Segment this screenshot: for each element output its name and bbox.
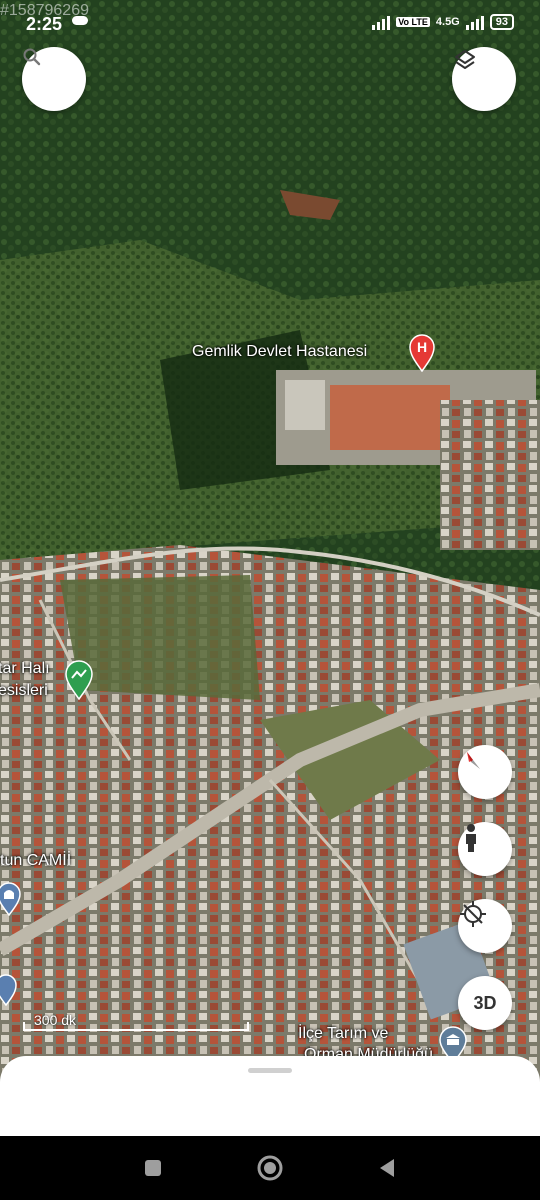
layers-icon <box>455 50 475 69</box>
search-button[interactable] <box>22 47 86 111</box>
street-view-button[interactable] <box>458 822 512 876</box>
compass-button[interactable] <box>458 745 512 799</box>
map-label-hospital[interactable]: Gemlik Devlet Hastanesi <box>192 343 367 361</box>
signal-icon <box>372 14 391 30</box>
map-label-mosque[interactable]: tun CAMİİ <box>0 852 71 870</box>
pegman-icon <box>466 824 476 852</box>
search-icon <box>23 48 41 66</box>
map-label-carpet[interactable]: tar Halı <box>0 660 50 678</box>
cloud-icon <box>72 16 88 25</box>
bottom-sheet[interactable] <box>0 1056 540 1140</box>
compass-icon <box>467 752 480 769</box>
back-triangle-icon <box>380 1159 394 1177</box>
location-off-icon <box>460 901 486 927</box>
mosque-pin-icon[interactable] <box>0 882 22 916</box>
my-location-button[interactable] <box>458 899 512 953</box>
svg-text:H: H <box>417 339 427 355</box>
home-button[interactable] <box>256 1154 284 1182</box>
square-icon <box>145 1160 161 1176</box>
map-label-carpet-2[interactable]: esisleri <box>0 682 48 700</box>
system-nav-bar <box>0 1136 540 1200</box>
layers-button[interactable] <box>452 47 516 111</box>
place-pin-icon[interactable] <box>0 974 18 1006</box>
back-button[interactable] <box>373 1154 401 1182</box>
satellite-imagery <box>0 0 540 1140</box>
status-bar: #158796269 2:25 Vo LTE 4.5G 93 <box>0 0 540 44</box>
recents-button[interactable] <box>139 1154 167 1182</box>
battery-icon: 93 <box>489 14 514 30</box>
sheet-drag-handle[interactable] <box>248 1068 292 1073</box>
volte-badge: Vo LTE <box>396 17 430 27</box>
map-label-directorate[interactable]: İlçe Tarım ve <box>298 1025 388 1043</box>
park-pin-icon[interactable] <box>64 660 94 700</box>
scale-bar: 300 dk <box>22 1012 250 1031</box>
home-circle-icon <box>257 1155 283 1181</box>
signal-icon-2 <box>465 14 484 30</box>
hospital-pin-icon[interactable]: H <box>408 334 436 372</box>
satellite-map[interactable]: #158796269 2:25 Vo LTE 4.5G 93 Gemlik De… <box>0 0 540 1140</box>
network-type: 4.5G <box>435 16 460 28</box>
scale-line <box>23 1022 249 1031</box>
three-d-button[interactable]: 3D <box>458 976 512 1030</box>
clock: 2:25 <box>26 14 63 34</box>
